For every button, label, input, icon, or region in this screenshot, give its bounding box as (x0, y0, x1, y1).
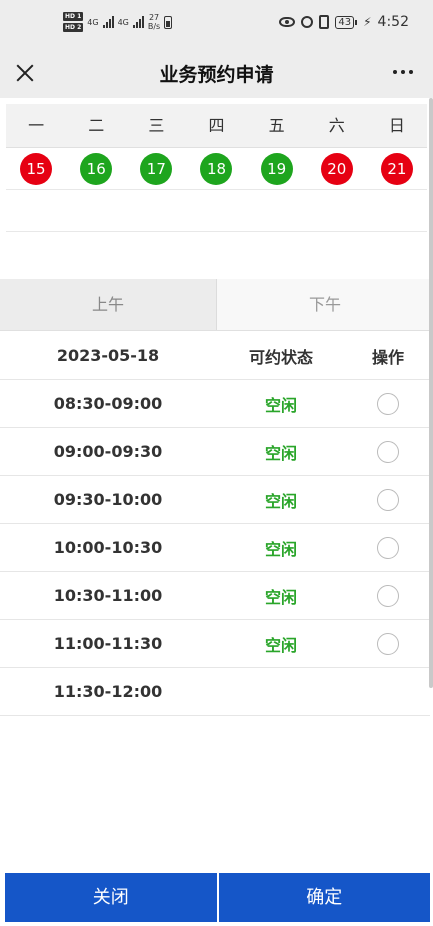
charge-icon: ⚡ (363, 15, 372, 29)
date-circle[interactable]: 16 (80, 152, 113, 185)
slot-status: 空闲 (264, 395, 297, 415)
slot-status: 空闲 (264, 587, 297, 607)
alarm-icon (301, 16, 314, 28)
slot-table-header: 2023-05-18 可约状态 操作 (0, 332, 430, 380)
header-status: 可约状态 (248, 347, 313, 367)
confirm-button[interactable]: 确定 (218, 873, 430, 922)
slot-status: 空闲 (264, 443, 297, 463)
slot-time: 11:00-11:30 (53, 634, 163, 653)
slot-status: 空闲 (264, 635, 297, 655)
date-circle[interactable]: 17 (140, 152, 173, 185)
page-title: 业务预约申请 (159, 64, 274, 86)
scrollbar[interactable] (429, 98, 433, 688)
slot-row: 09:30-10:00 空闲 (0, 476, 430, 524)
date-cell: 17 (126, 148, 186, 189)
slot-status: 空闲 (264, 539, 297, 559)
slot-time: 11:30-12:00 (53, 682, 163, 701)
date-cell: 15 (6, 148, 66, 189)
date-circle[interactable]: 21 (380, 152, 413, 185)
battery-level: 43 (335, 15, 355, 29)
date-cell: 18 (186, 148, 246, 189)
slot-select-radio[interactable] (377, 392, 399, 415)
signal2-bars-icon (132, 16, 144, 28)
weekday-label: 日 (388, 116, 405, 135)
slot-select-radio[interactable] (377, 584, 399, 607)
more-icon[interactable] (393, 70, 413, 74)
slot-select-radio[interactable] (377, 440, 399, 463)
hd2-badge: HD 2 (63, 23, 84, 32)
battery-icon: 43 (335, 15, 358, 29)
date-circle[interactable]: 19 (260, 152, 293, 185)
date-circle[interactable]: 18 (200, 152, 233, 185)
status-bar: HD 1 HD 2 4G 4G 27 B/s 43 ⚡ 4:52 (0, 0, 433, 48)
slot-action (346, 632, 430, 655)
date-row: 15 16 17 18 19 20 21 (6, 148, 427, 190)
slot-time: 10:30-11:00 (53, 586, 163, 605)
date-cell: 20 (307, 148, 367, 189)
slot-time: 08:30-09:00 (53, 394, 163, 413)
slot-select-radio[interactable] (377, 536, 399, 559)
hd1-badge: HD 1 (63, 12, 84, 21)
slot-time: 09:30-10:00 (53, 490, 163, 509)
weekday-label: 六 (328, 116, 345, 135)
date-cell: 19 (247, 148, 307, 189)
net-speed-unit: B/s (147, 22, 161, 31)
slot-action (346, 584, 430, 607)
slot-row: 11:30-12:00 (0, 668, 430, 716)
header-date: 2023-05-18 (56, 346, 160, 365)
weekday-label: 四 (208, 116, 225, 135)
close-button[interactable]: 关闭 (5, 873, 217, 922)
tab-afternoon[interactable]: 下午 (217, 279, 433, 330)
signal1-bars-icon (102, 16, 114, 28)
slot-row: 10:30-11:00 空闲 (0, 572, 430, 620)
weekday-label: 三 (148, 116, 165, 135)
tab-morning[interactable]: 上午 (0, 279, 217, 330)
slot-select-radio[interactable] (377, 632, 399, 655)
signal1-label: 4G (87, 17, 99, 27)
content-area[interactable]: 一 二 三 四 五 六 日 15 16 17 18 19 20 21 上午 下午 2023-05-18 … (0, 98, 433, 870)
weekday-label: 二 (88, 116, 105, 135)
slot-row: 10:00-10:30 空闲 (0, 524, 430, 572)
slot-table: 2023-05-18 可约状态 操作 08:30-09:00 空闲 09:00-09… (0, 332, 430, 716)
slot-action (346, 392, 430, 415)
header-action: 操作 (371, 347, 404, 367)
net-speed-value: 27 (148, 13, 160, 22)
date-circle[interactable]: 15 (20, 152, 53, 185)
status-left: HD 1 HD 2 4G 4G 27 B/s (63, 12, 173, 32)
slot-action (346, 488, 430, 511)
slot-action (346, 536, 430, 559)
slot-row: 11:00-11:30 空闲 (0, 620, 430, 668)
date-circle[interactable]: 20 (320, 152, 353, 185)
date-cell: 16 (66, 148, 126, 189)
period-tabs: 上午 下午 (0, 279, 433, 331)
saver-battery-icon (164, 15, 173, 29)
slot-time: 09:00-09:30 (53, 442, 163, 461)
vibrate-icon (319, 15, 330, 29)
weekday-label: 五 (268, 116, 285, 135)
slot-row: 08:30-09:00 空闲 (0, 380, 430, 428)
slot-rows: 08:30-09:00 空闲 09:00-09:30 空闲 09:30-10:00 空闲 1… (0, 380, 430, 716)
status-right: 43 ⚡ 4:52 (279, 14, 409, 30)
signal2-label: 4G (117, 17, 129, 27)
eye-icon (279, 17, 296, 27)
slot-row: 09:00-09:30 空闲 (0, 428, 430, 476)
slot-select-radio[interactable] (377, 488, 399, 511)
hd-indicators: HD 1 HD 2 (63, 12, 84, 32)
title-bar: 业务预约申请 (0, 48, 433, 98)
status-time: 4:52 (377, 14, 409, 30)
weekday-label: 一 (28, 116, 45, 135)
slot-time: 10:00-10:30 (53, 538, 163, 557)
weekday-header: 一二三四五六日 (6, 104, 427, 148)
slot-status: 空闲 (264, 491, 297, 511)
date-cell: 21 (367, 148, 427, 189)
calendar: 一 二 三 四 五 六 日 15 16 17 18 19 20 21 (6, 104, 427, 232)
calendar-empty-row (6, 190, 427, 232)
bottom-actions: 关闭 确定 (5, 873, 430, 922)
net-speed: 27 B/s (148, 13, 160, 31)
slot-action (346, 440, 430, 463)
